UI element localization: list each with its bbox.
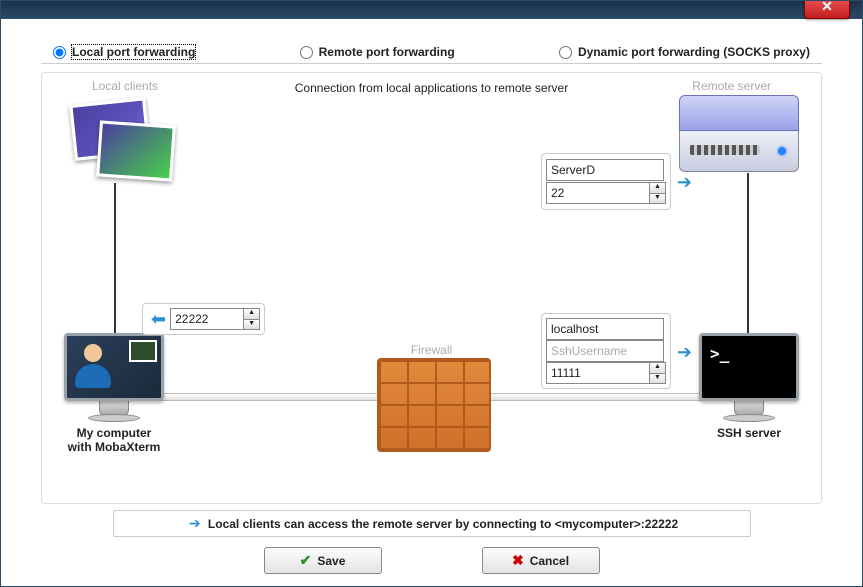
remote-host-input[interactable] <box>546 159 664 181</box>
ssh-server-caption: SSH server <box>699 426 799 440</box>
arrow-right-icon: ➔ <box>673 172 696 193</box>
remote-port-spinner[interactable]: ▲▼ <box>649 182 666 204</box>
radio-remote-input[interactable] <box>300 46 313 59</box>
local-clients-icon <box>72 101 172 181</box>
ssh-port-input[interactable] <box>546 362 649 384</box>
ssh-host-input[interactable] <box>546 318 664 340</box>
ssh-user-input[interactable] <box>546 340 664 362</box>
my-computer-caption-1: My computer <box>64 426 164 440</box>
ssh-server-group: ▲▼ ➔ <box>541 313 671 389</box>
forwarding-mode-radios: Local port forwarding Remote port forwar… <box>41 41 822 64</box>
radio-remote-label: Remote port forwarding <box>319 45 455 59</box>
local-port-input[interactable] <box>170 308 243 330</box>
radio-remote-forwarding[interactable]: Remote port forwarding <box>300 45 455 59</box>
radio-dynamic-forwarding[interactable]: Dynamic port forwarding (SOCKS proxy) <box>559 45 810 59</box>
diagram-area: Local clients Remote server Connection f… <box>41 72 822 504</box>
save-button[interactable]: ✔ Save <box>264 547 382 574</box>
arrow-right-icon: ➔ <box>673 342 696 363</box>
radio-local-forwarding[interactable]: Local port forwarding <box>53 45 195 59</box>
hint-text-prefix: Local clients can access the remote serv… <box>208 517 555 531</box>
save-button-label: Save <box>317 554 345 568</box>
connection-description: Connection from local applications to re… <box>42 81 821 95</box>
radio-dynamic-input[interactable] <box>559 46 572 59</box>
cancel-button[interactable]: ✖ Cancel <box>482 547 600 574</box>
arrow-left-icon: ⬅ <box>147 309 170 330</box>
hint-bar: ➔ Local clients can access the remote se… <box>113 510 751 537</box>
cancel-button-label: Cancel <box>530 554 569 568</box>
radio-local-label: Local port forwarding <box>72 45 195 59</box>
hint-text-target: <mycomputer>:22222 <box>555 517 678 531</box>
radio-dynamic-label: Dynamic port forwarding (SOCKS proxy) <box>578 45 810 59</box>
firewall-icon <box>377 358 491 452</box>
radio-local-input[interactable] <box>53 46 66 59</box>
remote-server-icon <box>679 95 799 175</box>
close-button[interactable]: ✕ <box>804 0 850 19</box>
check-icon: ✔ <box>300 552 312 569</box>
line-remote <box>747 173 749 333</box>
my-computer-icon: My computer with MobaXterm <box>64 333 164 455</box>
titlebar <box>1 1 862 19</box>
local-port-spinner[interactable]: ▲▼ <box>243 308 260 330</box>
line-local <box>114 183 116 333</box>
hint-arrow-icon: ➔ <box>185 515 205 531</box>
remote-server-group: ▲▼ ➔ <box>541 153 671 210</box>
remote-port-input[interactable] <box>546 182 649 204</box>
cross-icon: ✖ <box>512 552 524 569</box>
ssh-server-icon: SSH server <box>699 333 799 440</box>
local-port-group: ⬅ ▲▼ <box>142 303 265 335</box>
ssh-port-spinner[interactable]: ▲▼ <box>649 362 666 384</box>
my-computer-caption-2: with MobaXterm <box>64 440 164 454</box>
